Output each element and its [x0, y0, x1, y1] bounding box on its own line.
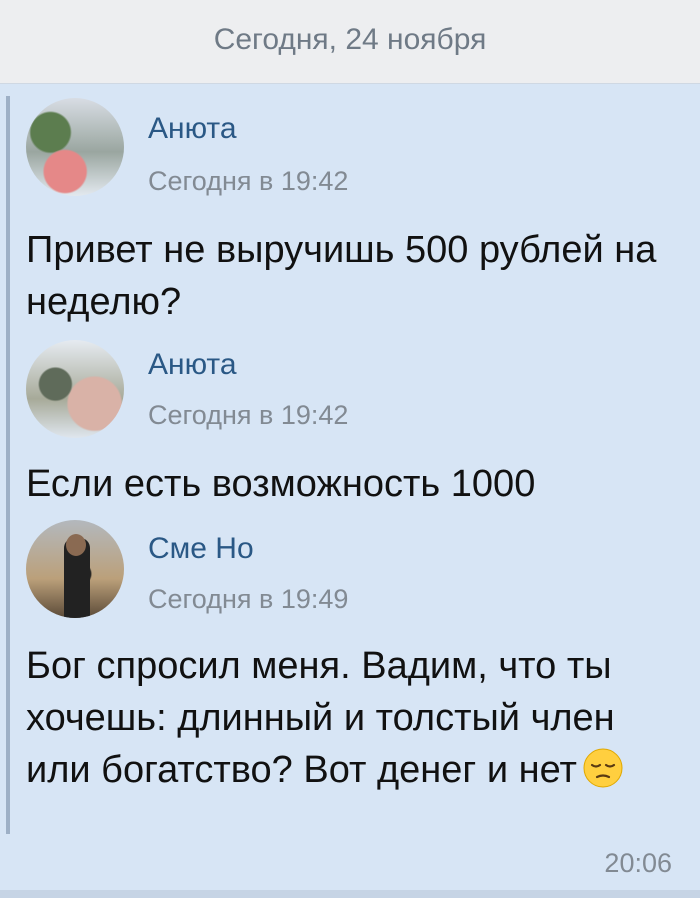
date-header: Сегодня, 24 ноября: [0, 0, 700, 84]
sender-name[interactable]: Сме Но: [148, 532, 254, 566]
sender-name[interactable]: Анюта: [148, 348, 237, 382]
sender-name[interactable]: Анюта: [148, 112, 237, 146]
message-text: Бог спросил меня. Вадим, что ты хочешь: …: [26, 645, 615, 791]
message-text: Привет не выручишь 500 рублей на неделю?: [26, 229, 657, 323]
message-time: Сегодня в 19:42: [148, 400, 349, 430]
footer-time: 20:06: [604, 848, 672, 878]
message-body: Бог спросил меня. Вадим, что ты хочешь: …: [26, 640, 676, 796]
avatar-head: [66, 534, 86, 556]
avatar[interactable]: [26, 340, 124, 438]
date-header-text: Сегодня, 24 ноября: [213, 22, 487, 56]
thread-indicator-bar: [6, 96, 10, 834]
avatar[interactable]: [26, 98, 124, 196]
message-text: Если есть возможность 1000: [26, 463, 536, 505]
message-time: Сегодня в 19:49: [148, 584, 349, 614]
bottom-divider: [0, 890, 700, 898]
pensive-face-emoji-icon: [583, 748, 623, 788]
message-time: Сегодня в 19:42: [148, 166, 349, 196]
avatar[interactable]: [26, 520, 124, 618]
